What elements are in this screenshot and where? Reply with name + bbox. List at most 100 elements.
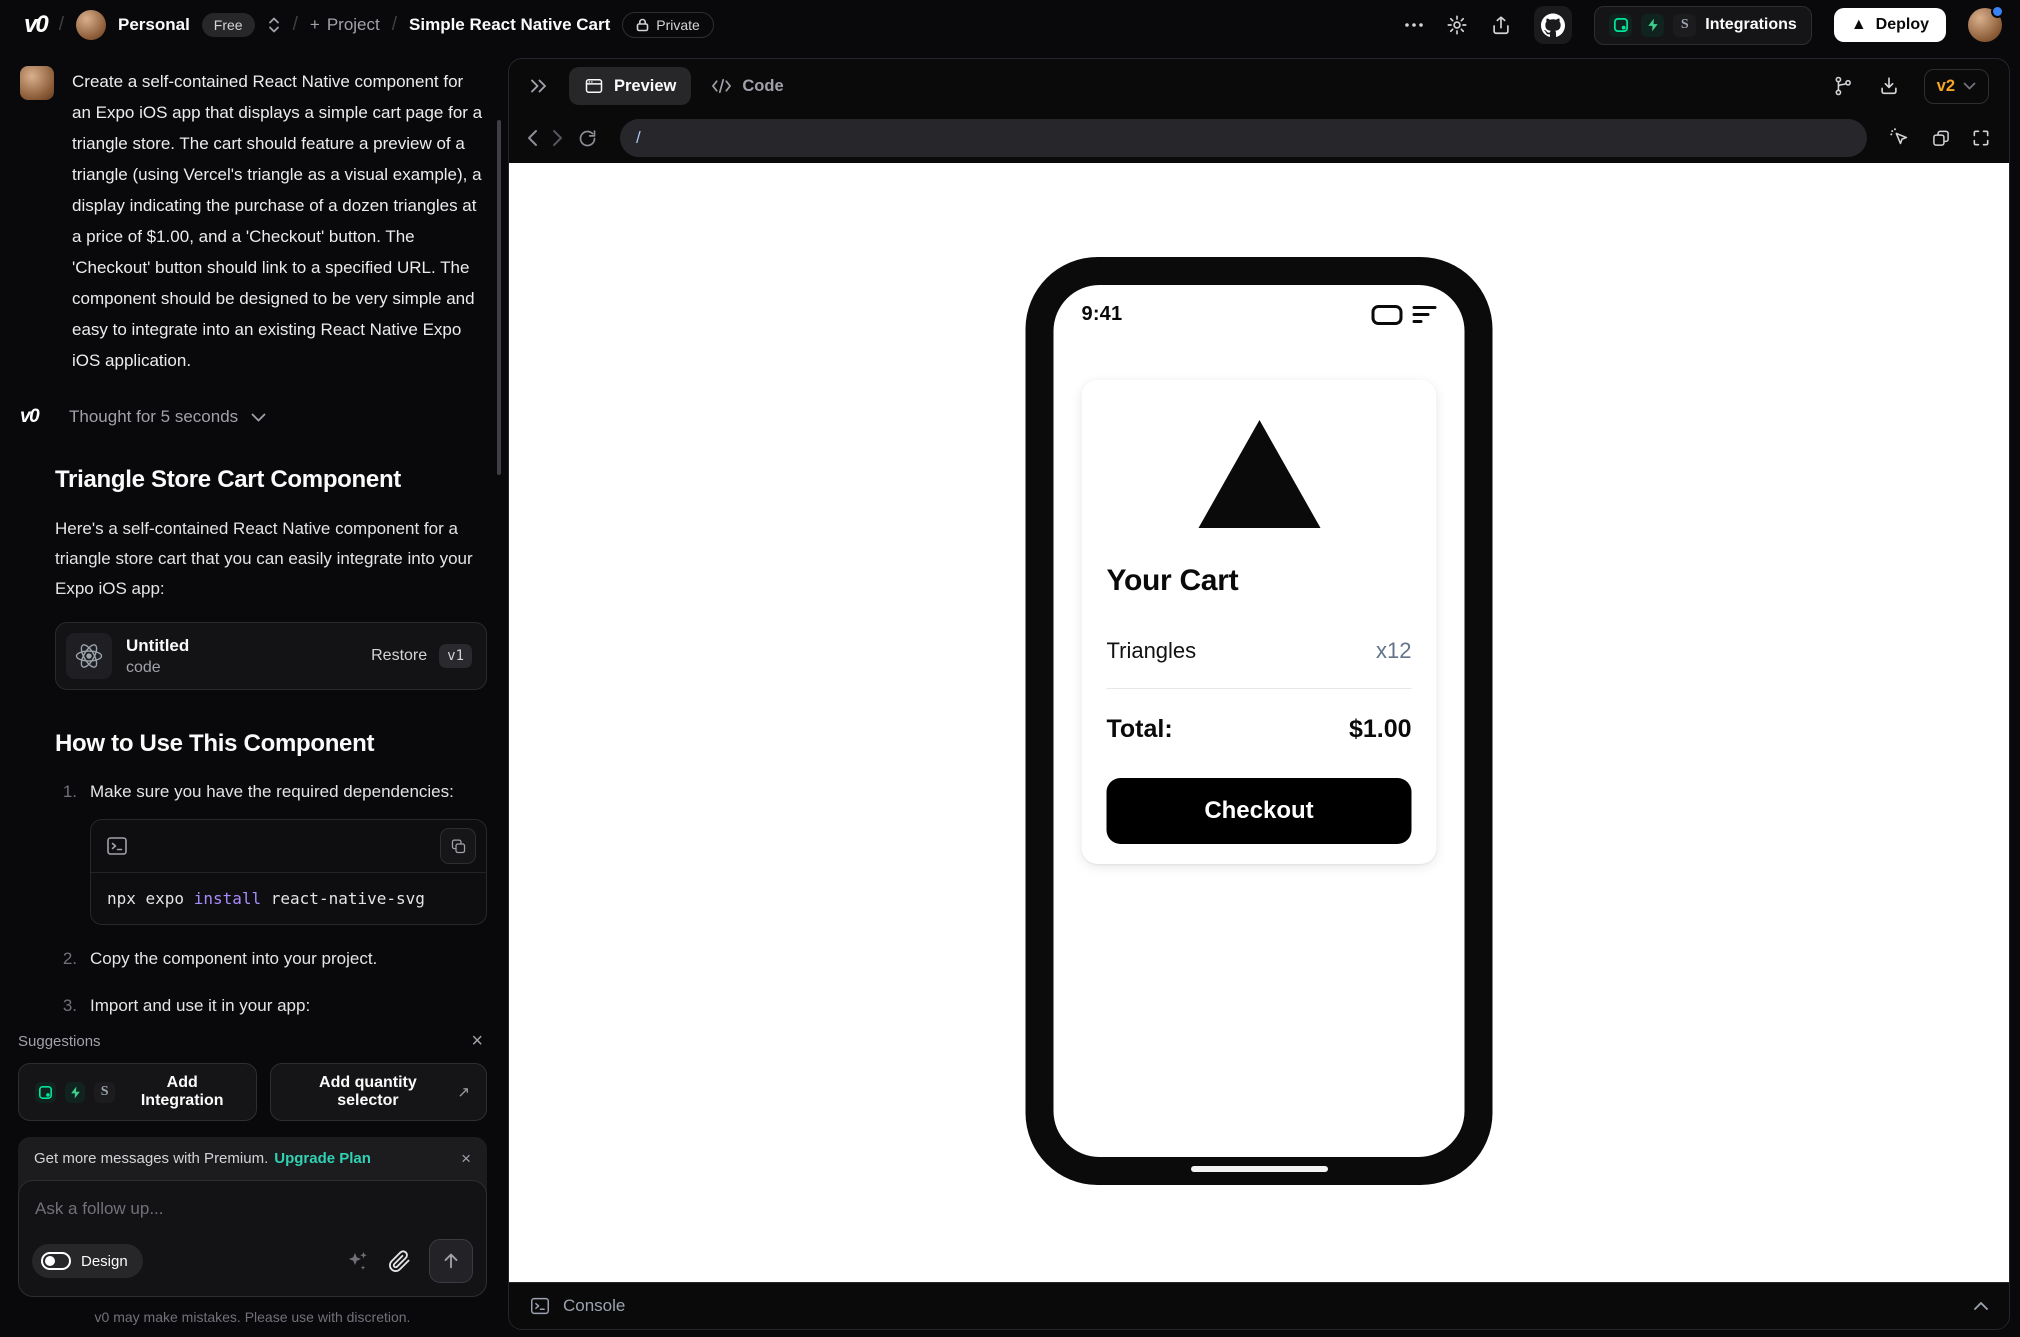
composer: Design [18, 1180, 487, 1297]
terminal-icon [531, 1297, 549, 1315]
cart-card: Your Cart Triangles x12 Total: $1.00 Che… [1081, 380, 1437, 864]
refresh-icon[interactable] [577, 128, 598, 149]
copy-icon [451, 838, 465, 853]
item-name: Triangles [1106, 638, 1197, 663]
steps-list: 1. Make sure you have the required depen… [55, 778, 487, 1021]
forward-icon[interactable] [552, 129, 563, 147]
preview-toolbar: Preview Code v2 [509, 59, 2009, 113]
total-label: Total: [1106, 715, 1173, 743]
status-time: 9:41 [1081, 303, 1123, 325]
code-card-title: Untitled [126, 635, 190, 655]
step-text: Copy the component into your project. [90, 949, 378, 968]
top-bar: v0 / Personal Free / + Project / Simple … [0, 0, 2020, 50]
close-suggestions-icon[interactable]: × [471, 1031, 483, 1051]
code-version-card[interactable]: Untitled code Restore v1 [55, 622, 487, 690]
v0-logo[interactable]: v0 [24, 11, 49, 39]
console-expand-icon[interactable] [1973, 1301, 1989, 1311]
github-icon [1541, 13, 1566, 37]
tab-code[interactable]: Code [711, 76, 784, 96]
chat-scrollbar[interactable] [497, 120, 501, 475]
github-button[interactable] [1534, 6, 1573, 44]
step-number: 3. [62, 996, 77, 1015]
follow-up-input[interactable] [19, 1181, 486, 1225]
supabase-icon [64, 1081, 86, 1103]
share-icon[interactable] [1490, 14, 1512, 36]
chat-scroll-area[interactable]: Create a self-contained React Native com… [0, 50, 505, 1021]
upgrade-plan-link[interactable]: Upgrade Plan [274, 1150, 371, 1167]
notification-dot [1991, 5, 2004, 18]
user-message-text: Create a self-contained React Native com… [72, 72, 483, 370]
cart-title: Your Cart [1106, 564, 1239, 597]
step-text: Import and use it in your app: [90, 996, 311, 1015]
add-integration-button[interactable]: S Add Integration [18, 1063, 258, 1121]
add-project-button[interactable]: + Project [310, 15, 380, 35]
lock-icon [636, 18, 649, 32]
checkout-button[interactable]: Checkout [1106, 778, 1412, 844]
deploy-button[interactable]: ▲ Deploy [1833, 8, 1946, 42]
step-text: Make sure you have the required dependen… [90, 782, 454, 801]
disclaimer-text: v0 may make mistakes. Please use with di… [94, 1309, 411, 1325]
stripe-icon: S [94, 1081, 116, 1103]
fork-branch-icon[interactable] [1832, 75, 1854, 97]
home-indicator [1190, 1166, 1328, 1172]
open-in-new-window-icon[interactable] [1931, 128, 1951, 148]
fullscreen-icon[interactable] [1971, 128, 1991, 148]
thought-row[interactable]: v0 Thought for 5 seconds [20, 406, 485, 428]
phone-screen: 9:41 Your Cart Triangles x12 Total: $1.0… [1053, 285, 1465, 1157]
deploy-label: Deploy [1875, 16, 1929, 33]
collapse-panel-icon[interactable] [529, 78, 549, 94]
chat-bottom-dock: Suggestions × S Add Integration Add quan… [0, 1021, 505, 1337]
workspace-name[interactable]: Personal [118, 15, 190, 35]
version-selector[interactable]: v2 [1923, 68, 1989, 104]
inspect-cursor-icon[interactable] [1889, 127, 1911, 149]
url-bar: / [509, 113, 2009, 163]
user-message-avatar [20, 66, 54, 100]
iphone-mockup: 9:41 Your Cart Triangles x12 Total: $1.0… [1025, 257, 1493, 1185]
integrations-button[interactable]: S Integrations [1594, 5, 1812, 45]
tab-code-label: Code [742, 76, 784, 95]
back-icon[interactable] [527, 129, 538, 147]
project-label: Project [326, 15, 380, 34]
more-menu-icon[interactable] [1404, 22, 1424, 28]
external-arrow-icon: ↗ [457, 1084, 470, 1101]
status-battery-icon [1371, 304, 1403, 325]
vercel-triangle [1198, 420, 1320, 528]
item-quantity: x12 [1376, 638, 1412, 663]
user-avatar[interactable] [1968, 5, 2004, 42]
close-banner-icon[interactable]: × [461, 1150, 471, 1167]
response-heading-2: How to Use This Component [55, 730, 375, 757]
workspace-avatar[interactable] [75, 10, 106, 40]
url-path: / [636, 128, 641, 147]
workspace-switcher-icon[interactable] [267, 16, 281, 34]
status-signal-icon [1412, 306, 1437, 323]
download-icon[interactable] [1878, 75, 1900, 97]
step-number: 2. [62, 949, 77, 968]
supabase-icon [1641, 13, 1665, 37]
add-quantity-selector-button[interactable]: Add quantity selector ↗ [270, 1063, 487, 1121]
neon-icon [1609, 13, 1633, 37]
restore-button[interactable]: Restore [371, 647, 427, 665]
privacy-badge[interactable]: Private [622, 12, 714, 38]
chat-panel: Create a self-contained React Native com… [0, 50, 505, 1337]
url-input[interactable]: / [620, 119, 1867, 157]
code-snippet[interactable]: npx expo install react-native-svg [91, 873, 486, 924]
suggestions-label: Suggestions [18, 1032, 101, 1050]
tab-preview[interactable]: Preview [569, 67, 692, 105]
copy-code-button[interactable] [440, 828, 476, 864]
react-icon [66, 633, 112, 679]
attach-paperclip-icon[interactable] [388, 1249, 411, 1273]
chevron-down-icon [1963, 82, 1976, 90]
version-label: v2 [1936, 76, 1955, 95]
preview-viewport[interactable]: 9:41 Your Cart Triangles x12 Total: $1.0… [509, 163, 2009, 1282]
design-toggle[interactable]: Design [32, 1244, 143, 1278]
response-heading: Triangle Store Cart Component [55, 466, 402, 493]
workbench: Preview Code v2 / 9:41 Your Cart Triangl… [505, 50, 2020, 1337]
toggle-icon [41, 1252, 71, 1270]
send-button[interactable] [429, 1239, 473, 1283]
sparkles-icon[interactable] [346, 1249, 370, 1273]
plus-icon: + [309, 15, 320, 34]
chat-title[interactable]: Simple React Native Cart [409, 15, 610, 35]
neon-icon [35, 1081, 56, 1103]
settings-gear-icon[interactable] [1446, 14, 1468, 36]
console-bar[interactable]: Console [509, 1282, 2009, 1329]
